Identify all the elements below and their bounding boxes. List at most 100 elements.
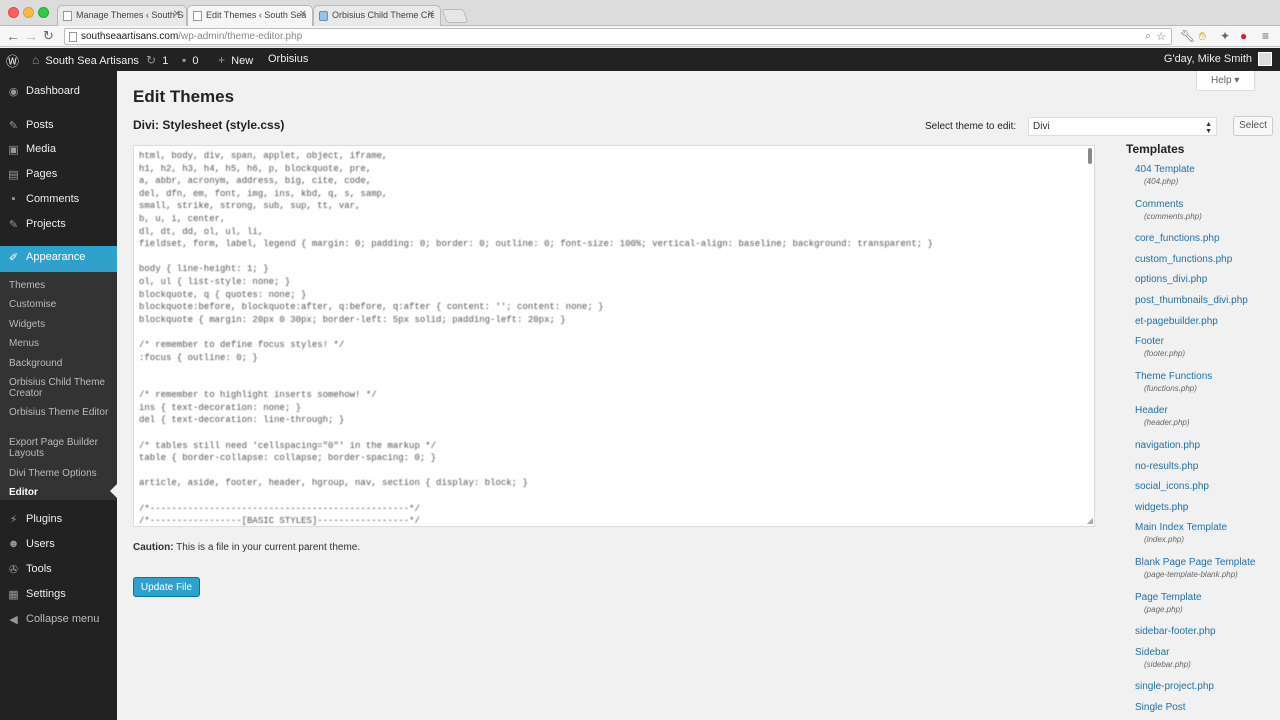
site-name-link[interactable]: ⌂ South Sea Artisans: [32, 53, 139, 67]
menu-icon[interactable]: ≡: [1262, 29, 1269, 43]
address-bar[interactable]: southseaartisans.com/wp-admin/theme-edit…: [64, 28, 1172, 45]
pinterest-icon[interactable]: ●: [1240, 29, 1247, 43]
submenu-item-menus[interactable]: Menus: [9, 338, 113, 349]
template-item[interactable]: sidebar-footer.php: [1135, 625, 1280, 638]
sidebar-item-tools[interactable]: ✇ Tools: [0, 558, 117, 582]
template-link[interactable]: no-results.php: [1135, 460, 1280, 473]
template-item[interactable]: widgets.php: [1135, 501, 1280, 514]
browser-tab-edit-themes[interactable]: Edit Themes ‹ South Sea A ✕: [187, 5, 313, 27]
avatar[interactable]: [1258, 52, 1272, 66]
bookmark-star-icon[interactable]: ☆: [1156, 30, 1166, 43]
new-content-link[interactable]: + New: [218, 53, 253, 67]
new-tab-button[interactable]: [441, 9, 469, 23]
template-item[interactable]: custom_functions.php: [1135, 253, 1280, 266]
reload-icon[interactable]: ↻: [43, 28, 54, 44]
template-link[interactable]: core_functions.php: [1135, 232, 1280, 245]
template-link[interactable]: single-project.php: [1135, 680, 1280, 693]
submenu-item-background[interactable]: Background: [9, 358, 113, 369]
maximize-window-button[interactable]: [38, 7, 49, 18]
template-item[interactable]: social_icons.php: [1135, 480, 1280, 493]
extension-icon[interactable]: ✋︎: [1199, 29, 1206, 44]
template-link[interactable]: Header: [1135, 404, 1280, 417]
close-window-button[interactable]: [8, 7, 19, 18]
template-item[interactable]: Page Template (page.php): [1135, 591, 1280, 616]
minimize-window-button[interactable]: [23, 7, 34, 18]
update-file-button[interactable]: Update File: [133, 577, 200, 597]
help-tab-button[interactable]: Help ▾: [1196, 71, 1255, 91]
sidebar-item-comments[interactable]: ▪ Comments: [0, 188, 117, 212]
template-item[interactable]: post_thumbnails_divi.php: [1135, 294, 1280, 307]
resize-handle-icon[interactable]: ◢: [1087, 516, 1093, 525]
template-link[interactable]: custom_functions.php: [1135, 253, 1280, 266]
template-item[interactable]: Theme Functions (functions.php): [1135, 370, 1280, 395]
theme-select[interactable]: Divi ▲ ▼: [1028, 117, 1217, 136]
submenu-item-divi-theme-options[interactable]: Divi Theme Options: [9, 468, 113, 479]
submenu-item-orbisius-theme-editor[interactable]: Orbisius Theme Editor: [9, 407, 113, 418]
template-link[interactable]: sidebar-footer.php: [1135, 625, 1280, 638]
search-icon[interactable]: ⌕: [1145, 30, 1151, 43]
comments-link[interactable]: ▪ 0: [182, 53, 199, 67]
orbisius-link[interactable]: Orbisius: [268, 53, 308, 65]
code-editor-textarea[interactable]: html, body, div, span, applet, object, i…: [133, 145, 1095, 527]
submenu-item-widgets[interactable]: Widgets: [9, 319, 113, 330]
template-item[interactable]: Header (header.php): [1135, 404, 1280, 429]
template-link[interactable]: Page Template: [1135, 591, 1280, 604]
close-tab-icon[interactable]: ✕: [299, 9, 307, 20]
browser-tab-orbisius[interactable]: Orbisius Child Theme Crea ✕: [313, 5, 441, 26]
template-link[interactable]: widgets.php: [1135, 501, 1280, 514]
template-link[interactable]: Theme Functions: [1135, 370, 1280, 383]
back-arrow-icon[interactable]: ←: [6, 28, 20, 44]
updates-link[interactable]: ↻ 1: [146, 53, 168, 67]
sidebar-item-settings[interactable]: ▦ Settings: [0, 583, 117, 607]
template-item[interactable]: Comments (comments.php): [1135, 198, 1280, 223]
template-item[interactable]: Footer (footer.php): [1135, 335, 1280, 360]
sidebar-item-appearance[interactable]: ✐ Appearance: [0, 246, 117, 272]
template-link[interactable]: Footer: [1135, 335, 1280, 348]
sidebar-item-pages[interactable]: ▤ Pages: [0, 163, 117, 187]
sidebar-item-media[interactable]: ▣ Media: [0, 138, 117, 162]
puzzle-icon[interactable]: ✦: [1220, 29, 1230, 43]
template-link[interactable]: Comments: [1135, 198, 1280, 211]
template-item[interactable]: single-project.php: [1135, 680, 1280, 693]
submenu-item-orbisius-child-theme-creator[interactable]: Orbisius Child Theme Creator: [9, 377, 113, 399]
scrollbar-thumb[interactable]: [1088, 148, 1092, 164]
template-item[interactable]: Sidebar (sidebar.php): [1135, 646, 1280, 671]
template-link[interactable]: 404 Template: [1135, 163, 1280, 176]
sidebar-item-users[interactable]: ☻ Users: [0, 533, 117, 557]
template-link[interactable]: navigation.php: [1135, 439, 1280, 452]
sidebar-item-posts[interactable]: ✎ Posts: [0, 114, 117, 138]
close-tab-icon[interactable]: ✕: [173, 9, 181, 20]
template-item[interactable]: core_functions.php: [1135, 232, 1280, 245]
template-item[interactable]: Single Post: [1135, 701, 1280, 714]
sidebar-item-projects[interactable]: ✎ Projects: [0, 213, 117, 237]
submenu-item-editor[interactable]: Editor: [9, 487, 113, 498]
template-item[interactable]: navigation.php: [1135, 439, 1280, 452]
submenu-item-themes[interactable]: Themes: [9, 280, 113, 291]
submenu-item-export-page-builder-layouts[interactable]: Export Page Builder Layouts: [9, 437, 113, 459]
sidebar-item-dashboard[interactable]: ◉ Dashboard: [0, 80, 117, 104]
template-item[interactable]: et-pagebuilder.php: [1135, 315, 1280, 328]
template-item[interactable]: 404 Template (404.php): [1135, 163, 1280, 188]
sidebar-item-plugins[interactable]: ⚡︎ Plugins: [0, 508, 117, 532]
sidebar-item-collapse-menu[interactable]: ◀ Collapse menu: [0, 608, 117, 632]
template-link[interactable]: options_divi.php: [1135, 273, 1280, 286]
template-link[interactable]: post_thumbnails_divi.php: [1135, 294, 1280, 307]
template-item[interactable]: Main Index Template (index.php): [1135, 521, 1280, 546]
select-button[interactable]: Select: [1233, 116, 1273, 136]
template-item[interactable]: Blank Page Page Template (page-template-b…: [1135, 556, 1280, 581]
template-link[interactable]: social_icons.php: [1135, 480, 1280, 493]
template-link[interactable]: Blank Page Page Template: [1135, 556, 1280, 569]
template-link[interactable]: Single Post: [1135, 701, 1280, 714]
browser-tab-manage-themes[interactable]: Manage Themes ‹ South Sea ✕: [57, 5, 187, 26]
forward-arrow-icon[interactable]: →: [24, 28, 38, 44]
template-link[interactable]: Main Index Template: [1135, 521, 1280, 534]
account-greeting[interactable]: G'day, Mike Smith: [1164, 53, 1252, 65]
wordpress-logo-icon[interactable]: Ⓦ: [6, 51, 19, 70]
template-item[interactable]: options_divi.php: [1135, 273, 1280, 286]
template-link[interactable]: Sidebar: [1135, 646, 1280, 659]
template-link[interactable]: et-pagebuilder.php: [1135, 315, 1280, 328]
close-tab-icon[interactable]: ✕: [427, 9, 435, 20]
wrench-icon[interactable]: 🔧︎: [1180, 29, 1195, 43]
submenu-item-customise[interactable]: Customise: [9, 299, 113, 310]
template-item[interactable]: no-results.php: [1135, 460, 1280, 473]
